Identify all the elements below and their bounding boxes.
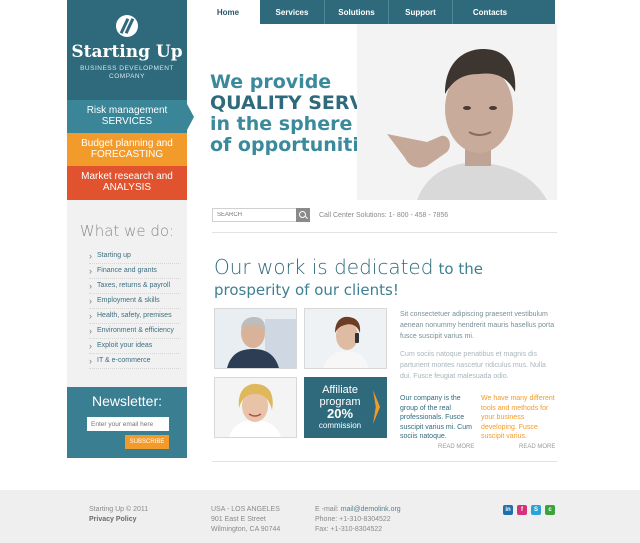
search-input[interactable] — [212, 208, 298, 222]
affiliate-text: Affiliate program 20% commission — [305, 384, 375, 432]
company-text: Our company is the group of the real pro… — [400, 395, 472, 440]
email-label: E -mail: — [315, 506, 339, 513]
affiliate-line3: commission — [318, 421, 362, 430]
call-center-text: Call Center Solutions: 1- 800 - 458 - 78… — [319, 212, 449, 219]
address-line: USA - LOS ANGELES — [211, 506, 280, 513]
logo-subtitle-line2: COMPANY — [109, 73, 145, 80]
privacy-policy-link[interactable]: Privacy Policy — [89, 515, 148, 525]
newsletter-title: Newsletter: — [91, 393, 163, 409]
what-we-do-item[interactable]: Starting up — [89, 249, 181, 264]
menu-line: Budget planning and — [81, 138, 173, 149]
dedicated-headline: Our work is dedicated to the prosperity … — [214, 255, 554, 299]
logo[interactable]: Starting Up BUSINESS DEVELOPMENT COMPANY — [67, 0, 187, 100]
logo-subtitle: BUSINESS DEVELOPMENT COMPANY — [67, 65, 187, 81]
social-links: in f S c — [503, 505, 555, 515]
affiliate-line1: Affiliate — [322, 384, 358, 396]
divider — [212, 232, 557, 233]
what-we-do-title: What we do: — [79, 222, 175, 240]
fax-text: Fax: +1-310-8304522 — [315, 526, 383, 533]
footer: Starting Up © 2011 Privacy Policy USA - … — [0, 490, 640, 543]
menu-line: Risk management — [86, 105, 168, 116]
flickr-icon[interactable]: f — [517, 505, 527, 515]
page: Starting Up BUSINESS DEVELOPMENT COMPANY… — [0, 0, 640, 543]
affiliate-percent: 20% — [326, 406, 354, 421]
what-we-do-item[interactable]: Environment & efficiency — [89, 324, 181, 339]
tools-text: We have many different tools and methods… — [481, 395, 555, 440]
businessman-image — [215, 309, 296, 368]
menu-risk-management[interactable]: Risk management SERVICES — [67, 100, 187, 133]
logo-title: Starting Up — [71, 42, 183, 62]
dedicated-small: to the — [438, 260, 483, 278]
nav-home[interactable]: Home — [196, 0, 260, 24]
logo-mark-icon — [116, 15, 138, 37]
intro-text: Sit consectetuer adipiscing praesent ves… — [400, 311, 555, 340]
menu-line: FORECASTING — [90, 149, 164, 160]
hero-banner: We provide QUALITY SERVICES in the spher… — [196, 24, 557, 200]
secondary-text: Cum sociis natoque penatibus et magnis d… — [400, 351, 546, 380]
smiling-woman-image — [215, 378, 296, 437]
newsletter-box: Newsletter: SUBSCRIBE — [67, 387, 187, 458]
footer-contact: E -mail: mail@demolink.org Phone: +1-310… — [315, 505, 401, 535]
affiliate-program-banner[interactable]: Affiliate program 20% commission — [304, 377, 387, 438]
email-row: E -mail: mail@demolink.org — [315, 505, 401, 515]
footer-address: USA - LOS ANGELES 901 East E Street Wilm… — [211, 505, 280, 535]
what-we-do-item[interactable]: Exploit your ideas — [89, 339, 181, 354]
what-we-do-item[interactable]: Taxes, returns & payroll — [89, 279, 181, 294]
address-line: 901 East E Street — [211, 516, 266, 523]
what-we-do-item[interactable]: Health, safety, premises — [89, 309, 181, 324]
search-icon[interactable] — [296, 208, 310, 222]
phone-text: Phone: +1-310-8304522 — [315, 516, 391, 523]
read-more-link[interactable]: READ MORE — [438, 444, 474, 450]
photo-businessman[interactable] — [214, 308, 297, 369]
newsletter-email-input[interactable] — [87, 417, 169, 431]
divider — [212, 461, 557, 462]
nav-support[interactable]: Support — [388, 0, 452, 24]
top-nav: Home Services Solutions Support Contacts — [196, 0, 555, 24]
logo-subtitle-line1: BUSINESS DEVELOPMENT — [80, 65, 174, 72]
sidebar: Starting Up BUSINESS DEVELOPMENT COMPANY… — [67, 0, 194, 458]
address-line: Wilmington, CA 90744 — [211, 526, 281, 533]
menu-line: ANALYSIS — [102, 182, 152, 193]
photo-woman-phone[interactable] — [304, 308, 387, 369]
dedicated-big: Our work is dedicated — [214, 255, 434, 279]
skype-icon[interactable]: S — [531, 505, 541, 515]
footer-copyright-block: Starting Up © 2011 Privacy Policy — [89, 505, 148, 525]
read-more-link[interactable]: READ MORE — [519, 444, 555, 450]
nav-services[interactable]: Services — [260, 0, 324, 24]
what-we-do-list: Starting up Finance and grants Taxes, re… — [89, 249, 181, 369]
photo-smiling-woman[interactable] — [214, 377, 297, 438]
linkedin-icon[interactable]: in — [503, 505, 513, 515]
what-we-do-item[interactable]: Finance and grants — [89, 264, 181, 279]
nav-solutions[interactable]: Solutions — [324, 0, 388, 24]
active-arrow-icon — [187, 104, 194, 130]
what-we-do-item[interactable]: IT & e-commerce — [89, 354, 181, 369]
menu-line: SERVICES — [101, 116, 153, 127]
menu-line: Market research and — [81, 171, 173, 182]
hero-person-image — [357, 24, 557, 200]
dedicated-line2: prosperity of our clients! — [214, 281, 399, 299]
copyright-text: Starting Up © 2011 — [89, 506, 149, 513]
menu-market-research[interactable]: Market research and ANALYSIS — [67, 166, 187, 200]
menu-budget-planning[interactable]: Budget planning and FORECASTING — [67, 133, 187, 166]
what-we-do-item[interactable]: Employment & skills — [89, 294, 181, 309]
subscribe-button[interactable]: SUBSCRIBE — [125, 435, 169, 449]
email-link[interactable]: mail@demolink.org — [341, 506, 401, 513]
chat-icon[interactable]: c — [545, 505, 555, 515]
woman-phone-image — [305, 309, 386, 368]
nav-contacts[interactable]: Contacts — [452, 0, 527, 24]
